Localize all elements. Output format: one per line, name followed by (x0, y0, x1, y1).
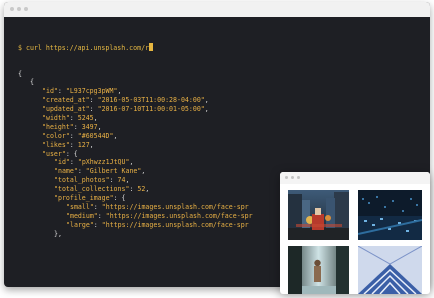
json-key: "id" (42, 87, 58, 96)
json-key: "width" (42, 113, 70, 122)
window-controls (10, 7, 28, 11)
scene: $ curl https://api.unsplash.com/r {{"id"… (0, 0, 434, 298)
json-punctuation: , (204, 105, 209, 114)
json-punctuation: : (73, 122, 82, 131)
json-key: "height" (42, 122, 74, 131)
json-punctuation: : (93, 202, 102, 211)
json-punctuation: , (89, 140, 94, 149)
json-line: "width": 5245, (18, 114, 420, 123)
json-punctuation: , (141, 167, 146, 176)
json-punctuation: , (129, 158, 134, 167)
json-line: "id": "L937cpg3pWM", (18, 87, 420, 96)
json-key: "medium" (66, 211, 98, 220)
json-line: "likes": 127, (18, 141, 420, 150)
cursor-block (149, 42, 154, 51)
json-value: 5245 (77, 113, 94, 122)
json-punctuation: { (30, 78, 34, 87)
json-line: "height": 3497, (18, 123, 420, 132)
json-key: "profile_image" (54, 193, 114, 202)
json-value: "L937cpg3pWM" (65, 87, 118, 96)
json-key: "user" (42, 149, 66, 158)
json-punctuation: : (89, 96, 98, 105)
json-punctuation: , (145, 185, 150, 194)
json-value: 3497 (81, 122, 98, 131)
command-line: $ curl https://api.unsplash.com/r (18, 42, 420, 52)
json-line: "created_at": "2016-05-03T11:00:28-04:00… (18, 96, 420, 105)
json-line: { (18, 78, 420, 87)
json-punctuation: { (18, 69, 22, 78)
json-value: "https://images.unsplash.com/face-spr (101, 220, 249, 229)
json-key: "created_at" (42, 96, 90, 105)
json-punctuation: : (109, 176, 118, 185)
json-value: "2016-05-03T11:00:28-04:00" (97, 96, 205, 105)
minimize-dot-icon[interactable] (291, 176, 294, 179)
json-punctuation: : (97, 211, 106, 220)
json-key: "total_photos" (54, 176, 110, 185)
zoom-dot-icon[interactable] (24, 7, 28, 11)
json-value: 127 (77, 140, 90, 149)
json-value: "https://images.unsplash.com/face-spr (105, 211, 253, 220)
json-key: "id" (54, 158, 70, 167)
json-key: "likes" (42, 140, 70, 149)
json-line: "color": "#60544D", (18, 132, 420, 141)
close-dot-icon[interactable] (10, 7, 14, 11)
json-punctuation: : (77, 167, 86, 176)
json-line: "id": "pXhwzz1JtQU", (18, 158, 420, 167)
json-key: "total_collections" (54, 185, 130, 194)
json-punctuation: : (57, 87, 66, 96)
zoom-dot-icon[interactable] (297, 176, 300, 179)
json-line: "user": { (18, 150, 420, 159)
json-punctuation: , (125, 176, 130, 185)
json-punctuation: : { (65, 149, 78, 158)
json-key: "updated_at" (42, 105, 90, 114)
json-punctuation: : (69, 113, 78, 122)
minimize-dot-icon[interactable] (17, 7, 21, 11)
window-controls (285, 176, 300, 179)
city-street-photo[interactable] (288, 190, 349, 240)
architecture-lines-photo[interactable] (358, 246, 422, 294)
json-punctuation: , (97, 122, 102, 131)
json-value: "https://images.unsplash.com/face-spr (101, 202, 249, 211)
json-key: "large" (66, 220, 94, 229)
json-punctuation: , (204, 96, 209, 105)
command-text: curl https://api.unsplash.com/r (25, 43, 150, 52)
json-punctuation: , (93, 113, 98, 122)
night-city-aerial-photo[interactable] (358, 190, 422, 240)
json-value: "pXhwzz1JtQU" (77, 158, 130, 167)
json-key: "name" (54, 167, 78, 176)
json-punctuation: : { (113, 193, 126, 202)
json-key: "color" (42, 131, 70, 140)
json-punctuation: : (69, 140, 78, 149)
json-value: "#60544D" (77, 131, 114, 140)
json-value: "Gilbert Kane" (85, 167, 142, 176)
json-line: { (18, 70, 420, 79)
json-line: "updated_at": "2016-07-10T11:00:01-05:00… (18, 105, 420, 114)
photos-titlebar (280, 172, 430, 184)
json-punctuation: : (93, 220, 102, 229)
close-dot-icon[interactable] (285, 176, 288, 179)
photo-grid-window (280, 172, 430, 294)
prompt-symbol: $ (18, 43, 22, 52)
json-punctuation: , (117, 87, 122, 96)
terminal-titlebar (4, 2, 430, 17)
json-key: "small" (66, 202, 94, 211)
json-punctuation: : (69, 131, 78, 140)
json-punctuation: : (89, 105, 98, 114)
waterfall-person-photo[interactable] (288, 246, 349, 294)
json-punctuation: : (69, 158, 78, 167)
json-punctuation: }, (54, 229, 62, 238)
json-value: "2016-07-10T11:00:01-05:00" (97, 105, 205, 114)
json-punctuation: , (113, 131, 118, 140)
